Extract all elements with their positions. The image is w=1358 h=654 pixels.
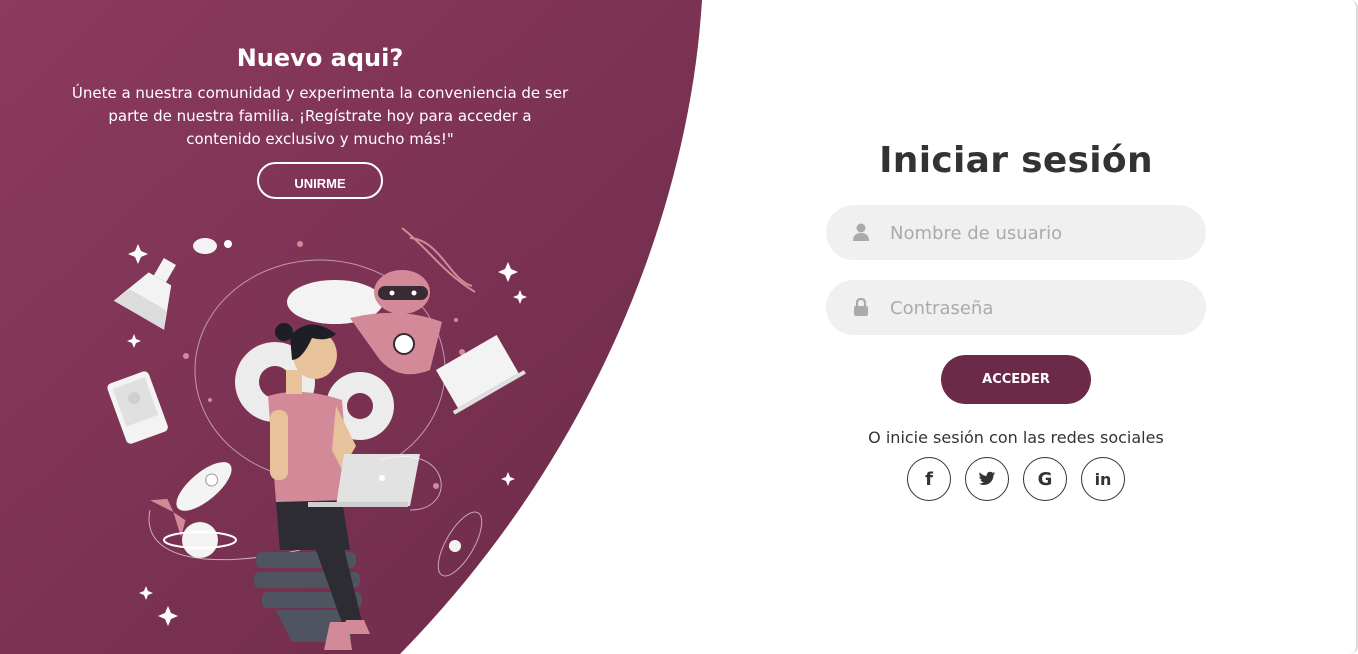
user-icon [853,223,869,241]
password-field[interactable] [826,280,1206,337]
lock-icon [854,298,868,316]
username-input[interactable] [888,205,1192,262]
join-button[interactable]: UNIRME [257,162,383,199]
signup-heading: Nuevo aqui? [236,44,404,72]
login-button[interactable]: ACCEDER [941,355,1091,404]
login-form: Iniciar sesión ACCEDER O inicie sesión c… [826,140,1206,501]
facebook-button[interactable]: f [907,457,951,501]
google-icon: G [1037,468,1053,490]
password-input[interactable] [888,280,1192,337]
twitter-button[interactable] [965,457,1009,501]
signup-description: Únete a nuestra comunidad y experimenta … [71,84,569,148]
person-with-laptop-illustration [107,227,527,650]
social-login-buttons: f G in [826,457,1206,501]
linkedin-icon: in [1094,469,1112,489]
username-field[interactable] [826,205,1206,262]
login-page: Nuevo aqui? Únete a nuestra comunidad y … [0,0,1358,654]
twitter-icon [978,471,996,485]
facebook-icon: f [925,468,933,490]
linkedin-button[interactable]: in [1081,457,1125,501]
google-button[interactable]: G [1023,457,1067,501]
login-heading: Iniciar sesión [879,140,1153,181]
left-panel: Nuevo aqui? Únete a nuestra comunidad y … [70,40,570,199]
social-login-text: O inicie sesión con las redes sociales [868,428,1164,447]
